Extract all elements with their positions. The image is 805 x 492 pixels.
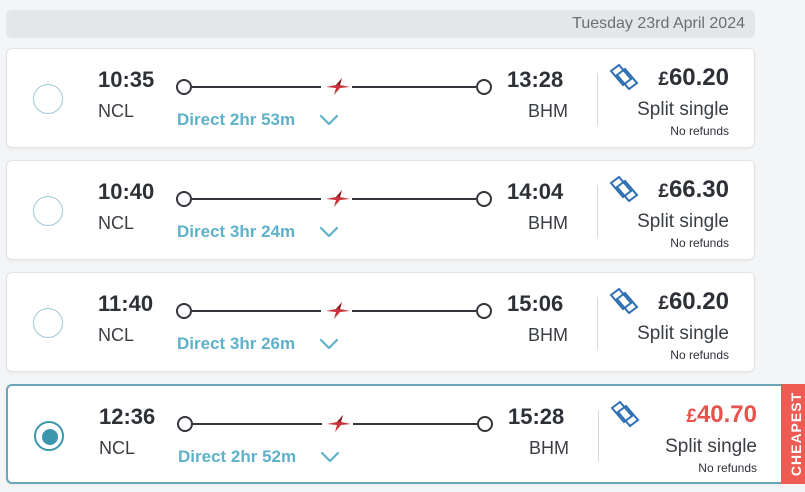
journey-card[interactable]: 11:40 NCL Direct 3hr 26m 15:06 BHM £60.2…: [6, 272, 755, 372]
journey-duration[interactable]: Direct 3hr 24m: [177, 222, 295, 242]
route-segment: [192, 198, 321, 200]
split-ticket-icon: [609, 63, 639, 91]
price: £60.20: [658, 288, 729, 316]
route-segment: [352, 198, 476, 200]
divider: [597, 297, 598, 349]
operator-icon: [326, 302, 350, 319]
arrival-station: BHM: [528, 213, 568, 233]
arrival-time: 13:28: [507, 67, 564, 92]
price-currency: £: [658, 293, 669, 314]
journey-radio[interactable]: [34, 421, 64, 451]
journey-card[interactable]: 10:40 NCL Direct 3hr 24m 14:04 BHM £66.3…: [6, 160, 755, 260]
fare-type: Split single: [637, 211, 729, 232]
fare-type: Split single: [637, 323, 729, 344]
price: £40.70: [686, 401, 757, 429]
fare-type: Split single: [665, 436, 757, 457]
radio-selected-dot: [42, 429, 58, 445]
journey-radio[interactable]: [33, 308, 63, 338]
journey-duration[interactable]: Direct 2hr 52m: [178, 447, 296, 467]
origin-node: [176, 303, 192, 319]
chevron-down-icon[interactable]: [320, 450, 340, 464]
destination-node: [476, 79, 492, 95]
price: £60.20: [658, 64, 729, 92]
split-ticket-icon: [609, 287, 639, 315]
destination-node: [476, 191, 492, 207]
price-amount: 66.30: [668, 176, 729, 203]
journey-radio[interactable]: [33, 196, 63, 226]
split-ticket-icon: [610, 400, 640, 428]
price-currency: £: [658, 181, 669, 202]
price-amount: 60.20: [668, 288, 729, 315]
journey-card[interactable]: 10:35 NCL Direct 2hr 53m 13:28 BHM £60.2…: [6, 48, 755, 148]
journey-duration[interactable]: Direct 2hr 53m: [177, 110, 295, 130]
cheapest-badge: CHEAPEST: [781, 384, 805, 484]
departure-time: 12:36: [99, 404, 156, 429]
departure-station: NCL: [98, 213, 135, 233]
arrival-time: 15:06: [507, 291, 564, 316]
departure-time: 10:40: [98, 179, 155, 204]
divider: [597, 73, 598, 125]
origin-node: [176, 191, 192, 207]
operator-icon: [326, 78, 350, 95]
arrival-station: BHM: [528, 101, 568, 121]
departure-time: 11:40: [98, 291, 154, 316]
destination-node: [477, 416, 493, 432]
divider: [598, 410, 599, 462]
refund-note: No refunds: [670, 124, 729, 138]
route-segment: [192, 86, 321, 88]
chevron-down-icon[interactable]: [319, 113, 339, 127]
journey-radio[interactable]: [33, 84, 63, 114]
price: £66.30: [658, 176, 729, 204]
arrival-time: 15:28: [508, 404, 565, 429]
route-segment: [352, 310, 476, 312]
route-segment: [353, 423, 477, 425]
fare-type: Split single: [637, 99, 729, 120]
chevron-down-icon[interactable]: [319, 337, 339, 351]
departure-station: NCL: [98, 325, 135, 345]
journey-duration[interactable]: Direct 3hr 26m: [177, 334, 295, 354]
arrival-station: BHM: [528, 325, 568, 345]
route-line: [176, 78, 492, 95]
cheapest-label: CHEAPEST: [788, 391, 805, 477]
price-amount: 40.70: [696, 401, 757, 428]
journey-card[interactable]: 12:36 NCL Direct 2hr 52m 15:28 BHM £40.7…: [6, 384, 805, 484]
route-line: [176, 302, 492, 319]
departure-station: NCL: [99, 438, 136, 458]
route-line: [176, 190, 492, 207]
destination-node: [476, 303, 492, 319]
price-currency: £: [686, 406, 697, 427]
departure-time: 10:35: [98, 67, 155, 92]
divider: [597, 185, 598, 237]
operator-icon: [326, 190, 350, 207]
origin-node: [176, 79, 192, 95]
split-ticket-icon: [609, 175, 639, 203]
departure-station: NCL: [98, 101, 135, 121]
route-segment: [192, 310, 321, 312]
arrival-station: BHM: [529, 438, 569, 458]
route-segment: [193, 423, 322, 425]
price-currency: £: [658, 69, 669, 90]
arrival-time: 14:04: [507, 179, 564, 204]
origin-node: [177, 416, 193, 432]
refund-note: No refunds: [670, 236, 729, 250]
date-header: Tuesday 23rd April 2024: [6, 10, 755, 38]
route-segment: [352, 86, 476, 88]
refund-note: No refunds: [698, 461, 757, 475]
refund-note: No refunds: [670, 348, 729, 362]
operator-icon: [327, 415, 351, 432]
price-amount: 60.20: [668, 64, 729, 91]
chevron-down-icon[interactable]: [319, 225, 339, 239]
route-line: [177, 415, 493, 432]
